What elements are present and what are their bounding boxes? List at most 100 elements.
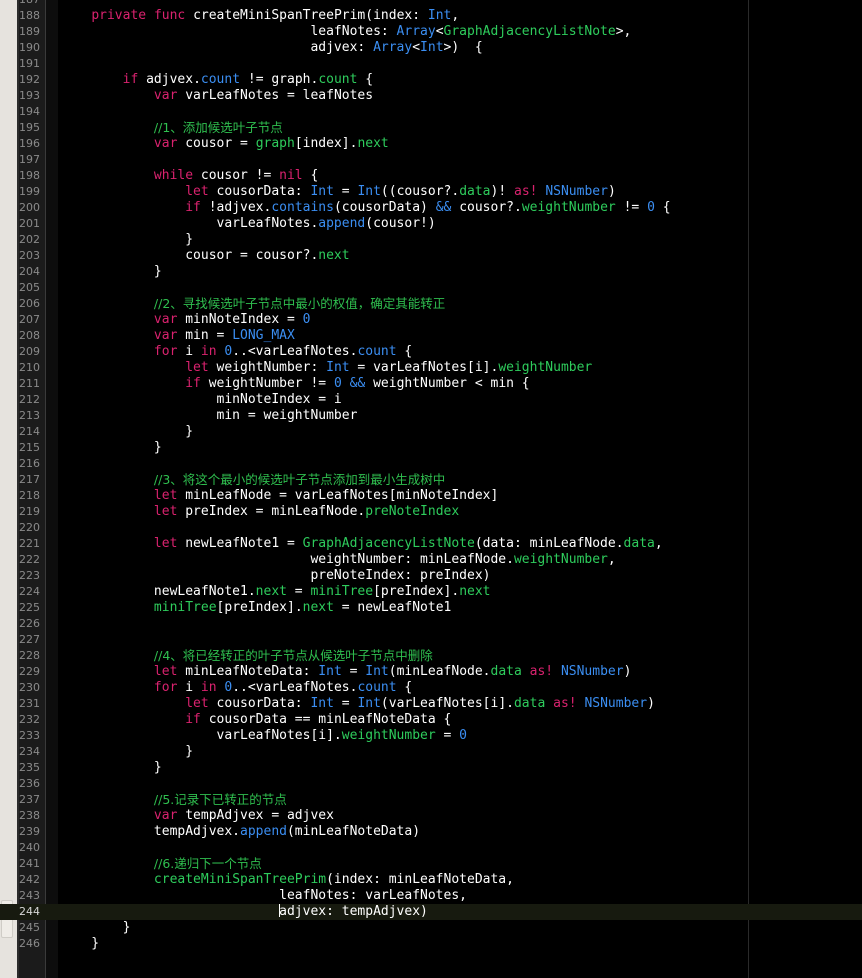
code-text[interactable]: if cousorData == minLeafNoteData { [60, 712, 862, 728]
code-line[interactable]: 239 tempAdjvex.append(minLeafNoteData) [0, 824, 862, 840]
code-line[interactable]: 213 min = weightNumber [0, 408, 862, 424]
line-number[interactable]: 190 [0, 40, 40, 56]
line-number[interactable]: 187 [0, 0, 40, 8]
code-line[interactable]: 198 while cousor != nil { [0, 168, 862, 184]
code-line[interactable]: 225 miniTree[preIndex].next = newLeafNot… [0, 600, 862, 616]
code-text[interactable]: min = weightNumber [60, 408, 862, 424]
code-text[interactable]: } [60, 424, 862, 440]
line-number[interactable]: 222 [0, 552, 40, 568]
code-text[interactable]: var cousor = graph[index].next [60, 136, 862, 152]
code-text[interactable]: private func createMiniSpanTreePrim(inde… [60, 8, 862, 24]
line-number[interactable]: 240 [0, 840, 40, 856]
code-line[interactable]: 223 preNoteIndex: preIndex) [0, 568, 862, 584]
code-text[interactable]: var tempAdjvex = adjvex [60, 808, 862, 824]
line-number[interactable]: 227 [0, 632, 40, 648]
code-line[interactable]: 208 var min = LONG_MAX [0, 328, 862, 344]
code-line[interactable]: 203 cousor = cousor?.next [0, 248, 862, 264]
line-number[interactable]: 234 [0, 744, 40, 760]
line-number[interactable]: 207 [0, 312, 40, 328]
line-number[interactable]: 219 [0, 504, 40, 520]
code-line[interactable]: 246 } [0, 936, 862, 952]
code-line[interactable]: 234 } [0, 744, 862, 760]
code-line[interactable]: 230 for i in 0..<varLeafNotes.count { [0, 680, 862, 696]
line-number[interactable]: 239 [0, 824, 40, 840]
code-line[interactable]: 196 var cousor = graph[index].next [0, 136, 862, 152]
line-number[interactable]: 188 [0, 8, 40, 24]
line-number[interactable]: 213 [0, 408, 40, 424]
code-text[interactable]: //2、寻找候选叶子节点中最小的权值，确定其能转正 [60, 296, 862, 313]
code-text[interactable]: let cousorData: Int = Int((cousor?.data)… [60, 184, 862, 200]
code-text[interactable]: minNoteIndex = i [60, 392, 862, 408]
code-editor[interactable]: 187188 private func createMiniSpanTreePr… [0, 0, 862, 978]
code-line[interactable]: 212 minNoteIndex = i [0, 392, 862, 408]
code-text[interactable]: let preIndex = minLeafNode.preNoteIndex [60, 504, 862, 520]
line-number[interactable]: 221 [0, 536, 40, 552]
code-line[interactable]: 197 [0, 152, 862, 168]
code-text[interactable]: if adjvex.count != graph.count { [60, 72, 862, 88]
code-text[interactable]: createMiniSpanTreePrim(index: minLeafNot… [60, 872, 862, 888]
code-line[interactable]: 217 //3、将这个最小的候选叶子节点添加到最小生成树中 [0, 472, 862, 488]
code-line[interactable]: 236 [0, 776, 862, 792]
line-number[interactable]: 192 [0, 72, 40, 88]
code-text[interactable]: adjvex: tempAdjvex) [60, 904, 862, 920]
code-line[interactable]: 233 varLeafNotes[i].weightNumber = 0 [0, 728, 862, 744]
code-line[interactable]: 224 newLeafNote1.next = miniTree[preInde… [0, 584, 862, 600]
line-number[interactable]: 214 [0, 424, 40, 440]
code-text[interactable]: let minLeafNoteData: Int = Int(minLeafNo… [60, 664, 862, 680]
line-number[interactable]: 236 [0, 776, 40, 792]
code-text[interactable]: if !adjvex.contains(cousorData) && couso… [60, 200, 862, 216]
line-number[interactable]: 196 [0, 136, 40, 152]
line-number[interactable]: 191 [0, 56, 40, 72]
code-line[interactable]: 227 [0, 632, 862, 648]
code-text[interactable]: } [60, 760, 862, 776]
line-number[interactable]: 202 [0, 232, 40, 248]
code-line[interactable]: 194 [0, 104, 862, 120]
code-line[interactable]: 216 [0, 456, 862, 472]
code-text[interactable]: adjvex: Array<Int>) { [60, 40, 862, 56]
code-line[interactable]: 195 //1、添加候选叶子节点 [0, 120, 862, 136]
code-text[interactable]: for i in 0..<varLeafNotes.count { [60, 344, 862, 360]
code-line[interactable]: 240 [0, 840, 862, 856]
code-line[interactable]: 241 //6.递归下一个节点 [0, 856, 862, 872]
line-number[interactable]: 206 [0, 296, 40, 312]
code-line[interactable]: 189 leafNotes: Array<GraphAdjacencyListN… [0, 24, 862, 40]
line-number[interactable]: 199 [0, 184, 40, 200]
code-line[interactable]: 214 } [0, 424, 862, 440]
code-text[interactable]: //1、添加候选叶子节点 [60, 120, 862, 137]
code-line[interactable]: 228 //4、将已经转正的叶子节点从候选叶子节点中删除 [0, 648, 862, 664]
line-number[interactable]: 230 [0, 680, 40, 696]
line-number[interactable]: 218 [0, 488, 40, 504]
code-line[interactable]: 215 } [0, 440, 862, 456]
line-number[interactable]: 209 [0, 344, 40, 360]
code-line[interactable]: 221 let newLeafNote1 = GraphAdjacencyLis… [0, 536, 862, 552]
code-text[interactable]: var minNoteIndex = 0 [60, 312, 862, 328]
code-text[interactable]: leafNotes: Array<GraphAdjacencyListNote>… [60, 24, 862, 40]
line-number[interactable]: 233 [0, 728, 40, 744]
code-text[interactable]: varLeafNotes.append(cousor!) [60, 216, 862, 232]
code-text[interactable]: //5.记录下已转正的节点 [60, 792, 862, 809]
code-text[interactable]: var varLeafNotes = leafNotes [60, 88, 862, 104]
code-text[interactable]: } [60, 744, 862, 760]
line-number[interactable]: 201 [0, 216, 40, 232]
line-number[interactable]: 223 [0, 568, 40, 584]
line-number[interactable]: 215 [0, 440, 40, 456]
code-line[interactable]: 237 //5.记录下已转正的节点 [0, 792, 862, 808]
code-text[interactable]: if weightNumber != 0 && weightNumber < m… [60, 376, 862, 392]
code-line[interactable]: 242 createMiniSpanTreePrim(index: minLea… [0, 872, 862, 888]
code-line[interactable]: 210 let weightNumber: Int = varLeafNotes… [0, 360, 862, 376]
code-line[interactable]: 238 var tempAdjvex = adjvex [0, 808, 862, 824]
line-number[interactable]: 245 [0, 920, 40, 936]
code-text[interactable]: while cousor != nil { [60, 168, 862, 184]
code-line[interactable]: 220 [0, 520, 862, 536]
line-number[interactable]: 242 [0, 872, 40, 888]
code-text[interactable]: let cousorData: Int = Int(varLeafNotes[i… [60, 696, 862, 712]
line-number[interactable]: 205 [0, 280, 40, 296]
line-number[interactable]: 200 [0, 200, 40, 216]
code-line[interactable]: 243 leafNotes: varLeafNotes, [0, 888, 862, 904]
line-number[interactable]: 203 [0, 248, 40, 264]
code-line[interactable]: 209 for i in 0..<varLeafNotes.count { [0, 344, 862, 360]
code-line[interactable]: 211 if weightNumber != 0 && weightNumber… [0, 376, 862, 392]
code-line[interactable]: 231 let cousorData: Int = Int(varLeafNot… [0, 696, 862, 712]
code-text[interactable]: } [60, 920, 862, 936]
code-text[interactable]: } [60, 936, 862, 952]
